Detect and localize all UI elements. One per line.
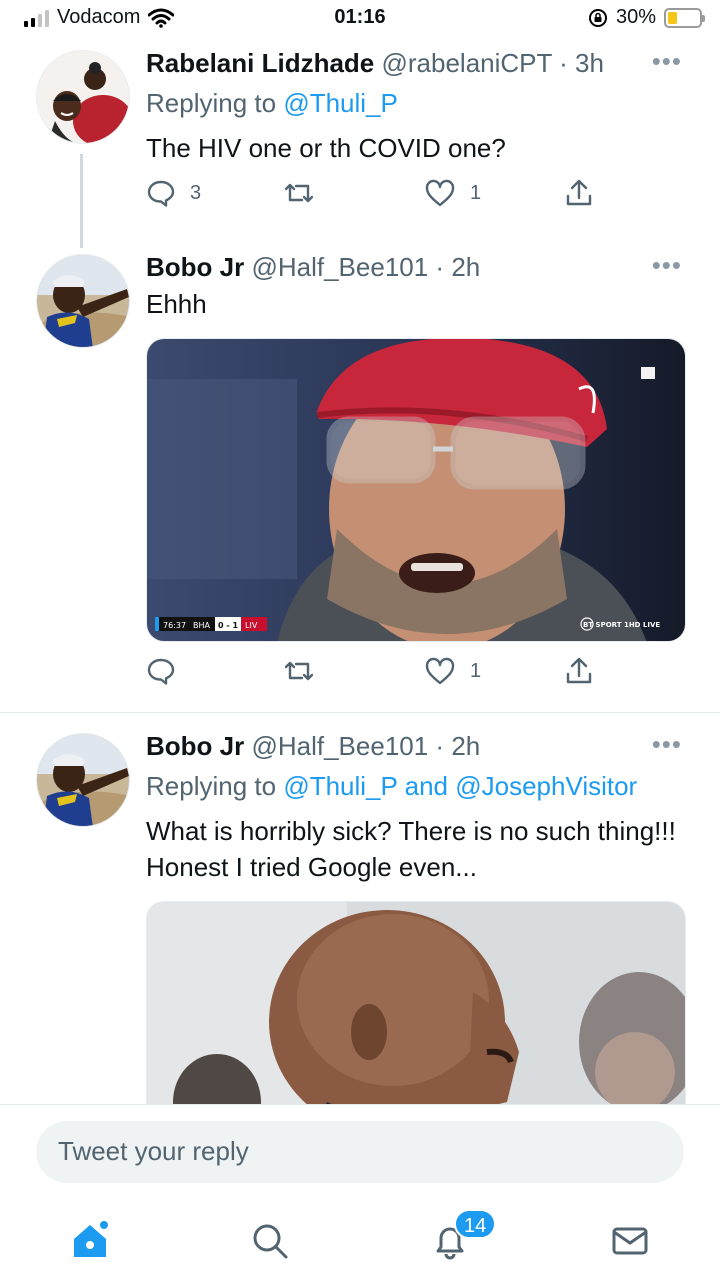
search-icon [253, 1224, 288, 1259]
tweet-text: The HIV one or th COVID one? [146, 133, 506, 163]
score-away: LIV [245, 621, 258, 630]
score-value: 0 - 1 [218, 621, 238, 630]
tweet-time: 2h [451, 731, 481, 761]
reply-button[interactable] [146, 656, 190, 686]
rotation-lock-icon [588, 8, 607, 27]
author-handle[interactable]: @rabelaniCPT [382, 48, 552, 78]
reply-count: 3 [190, 181, 202, 204]
tab-home[interactable] [62, 1213, 118, 1269]
tweet-text: What is horribly sick? There is no such … [146, 816, 676, 882]
tweet-media-image[interactable] [146, 901, 686, 1104]
replying-to-prefix: Replying to [146, 771, 284, 801]
retweet-icon [284, 183, 314, 203]
home-icon [74, 1221, 108, 1257]
reply-icon [147, 658, 175, 685]
author-name[interactable]: Bobo Jr [146, 731, 244, 761]
replying-to-prefix: Replying to [146, 88, 284, 118]
author-handle[interactable]: @Half_Bee101 [251, 252, 428, 282]
tweet-actions: 1 [146, 656, 606, 692]
author-handle[interactable]: @Half_Bee101 [251, 731, 428, 761]
avatar[interactable] [36, 50, 130, 144]
author-name[interactable]: Rabelani Lidzhade [146, 48, 374, 78]
notifications-badge: 14 [454, 1209, 497, 1239]
retweet-icon [284, 661, 314, 681]
status-bar: Vodacom 01:16 30% [0, 0, 720, 36]
tab-messages[interactable] [602, 1213, 658, 1269]
mention-link[interactable]: @Thuli_P and @JosephVisitor [283, 771, 637, 801]
replying-to: Replying to @Thuli_P [146, 88, 398, 119]
heart-icon [425, 179, 455, 207]
thread-connector [80, 154, 83, 248]
mail-icon [612, 1227, 648, 1255]
reply-composer-bar: Tweet your reply 14 [0, 1104, 720, 1280]
share-icon [566, 179, 592, 206]
tweet-actions: 3 1 [146, 178, 606, 214]
retweet-button[interactable] [282, 656, 316, 686]
like-count: 1 [470, 659, 482, 682]
reply-input[interactable]: Tweet your reply [36, 1121, 684, 1183]
tweet-time: 2h [451, 252, 481, 282]
tweet-time: 3h [575, 48, 604, 78]
share-button[interactable] [564, 178, 594, 208]
reply-icon [147, 180, 175, 207]
battery-icon [664, 7, 705, 28]
author-name[interactable]: Bobo Jr [146, 252, 244, 282]
more-options-icon[interactable]: ••• [652, 46, 682, 77]
reply-button[interactable]: 3 [146, 178, 201, 208]
score-home: BHA [193, 621, 211, 630]
heart-icon [425, 657, 455, 685]
tweet[interactable]: Bobo Jr @Half_Bee101 · 2h ••• Ehhh 76:37… [0, 236, 720, 712]
battery-percent: 30% [615, 6, 656, 28]
more-options-icon[interactable]: ••• [652, 250, 682, 281]
like-count: 1 [470, 181, 482, 204]
like-button[interactable]: 1 [424, 656, 481, 686]
tweet[interactable]: Rabelani Lidzhade @rabelaniCPT · 3h ••• … [0, 36, 720, 248]
avatar[interactable] [36, 254, 130, 348]
retweet-button[interactable] [282, 178, 316, 208]
like-button[interactable]: 1 [424, 178, 481, 208]
bottom-tab-bar [0, 1205, 720, 1280]
tweet-media-image[interactable]: 76:37 BHA 0 - 1 LIV BT SPORT 1HD LIVE [146, 338, 686, 642]
replying-to: Replying to @Thuli_P and @JosephVisitor [146, 771, 637, 802]
tweet-text: Ehhh [146, 289, 207, 319]
score-clock: 76:37 [163, 621, 186, 630]
tab-search[interactable] [242, 1213, 298, 1269]
tweet[interactable]: Bobo Jr @Half_Bee101 · 2h ••• Replying t… [0, 713, 720, 1104]
share-button[interactable] [564, 656, 594, 686]
avatar[interactable] [36, 733, 130, 827]
share-icon [566, 657, 592, 684]
mention-link[interactable]: @Thuli_P [283, 88, 398, 118]
more-options-icon[interactable]: ••• [652, 729, 682, 760]
broadcaster-label: BT SPORT 1HD LIVE [583, 621, 660, 629]
